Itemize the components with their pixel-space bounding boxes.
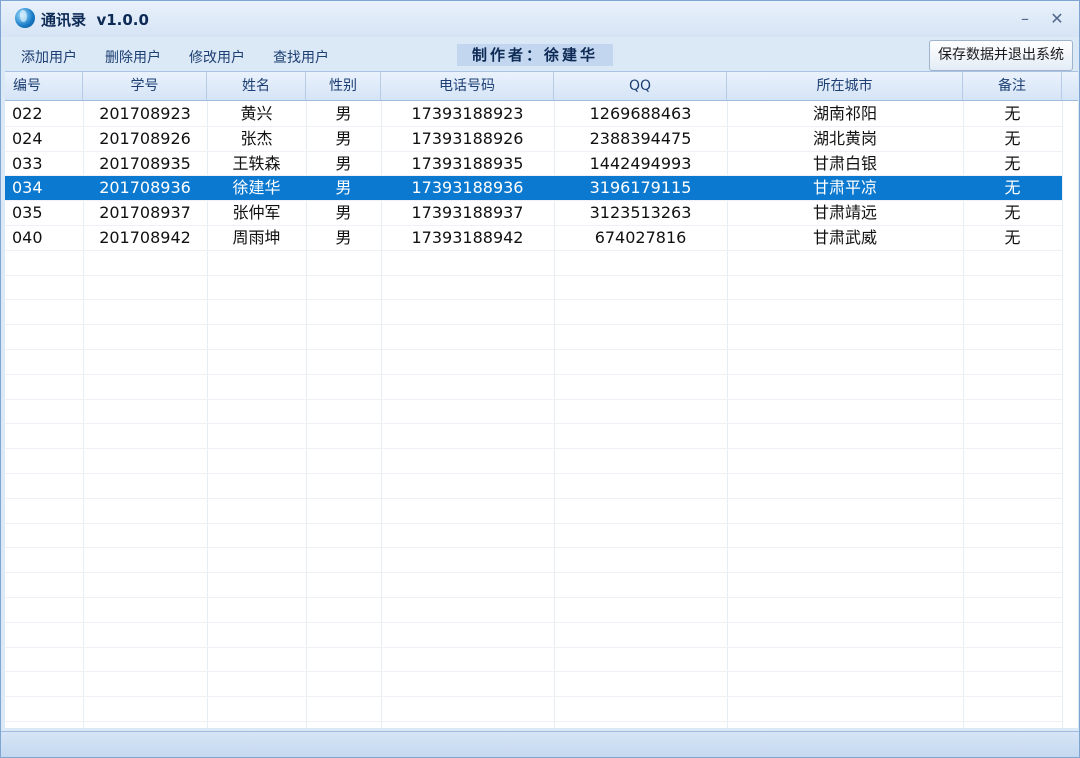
grid-row-line bbox=[5, 250, 1062, 251]
globe-icon bbox=[15, 8, 35, 28]
gender-cell: 男 bbox=[335, 228, 352, 247]
city-cell: 湖北黄岗 bbox=[812, 129, 877, 148]
grid-row-line bbox=[5, 423, 1062, 424]
table-row[interactable]: 034 201708936 徐建华 男 17393188936 3196179115 甘肃平… bbox=[5, 176, 1062, 200]
student-no-cell: 201708942 bbox=[99, 228, 191, 247]
grid-row-line bbox=[5, 597, 1062, 598]
column-header-notes[interactable]: 备注 bbox=[963, 72, 1062, 100]
grid-row-line bbox=[5, 671, 1062, 672]
grid-row-line bbox=[5, 374, 1062, 375]
city-cell: 甘肃平凉 bbox=[812, 178, 877, 197]
delete-user-menu-item[interactable]: 删除用户 bbox=[105, 47, 161, 67]
student-no-cell: 201708926 bbox=[99, 129, 191, 148]
notes-cell: 无 bbox=[1004, 178, 1021, 197]
column-header-phone[interactable]: 电话号码 bbox=[381, 72, 554, 100]
grid-row-line bbox=[5, 721, 1062, 722]
table-header: 编号 学号 姓名 性别 电话号码 QQ 所在城市 备注 bbox=[5, 72, 1078, 101]
city-cell: 甘肃武威 bbox=[812, 228, 877, 247]
find-user-menu-item[interactable]: 查找用户 bbox=[273, 47, 329, 67]
id-cell: 022 bbox=[12, 104, 43, 123]
notes-cell: 无 bbox=[1004, 203, 1021, 222]
table-row[interactable]: 033 201708935 王轶森 男 17393188935 1442494993 甘肃白… bbox=[5, 152, 1062, 176]
grid-row-line bbox=[5, 324, 1062, 325]
gender-cell: 男 bbox=[335, 104, 352, 123]
id-cell: 033 bbox=[12, 154, 43, 173]
table-row[interactable]: 024 201708926 张杰 男 17393188926 2388394475 湖北黄岗… bbox=[5, 127, 1062, 151]
id-cell: 040 bbox=[12, 228, 43, 247]
name-cell: 王轶森 bbox=[232, 154, 281, 173]
notes-cell: 无 bbox=[1004, 154, 1021, 173]
table-row[interactable]: 022 201708923 黄兴 男 17393188923 1269688463 湖南祁阳… bbox=[5, 102, 1062, 126]
title-bar[interactable]: 通讯录 v1.0.0 – ✕ bbox=[1, 1, 1079, 37]
grid-row-line bbox=[5, 547, 1062, 548]
phone-cell: 17393188937 bbox=[411, 203, 524, 222]
city-cell: 甘肃白银 bbox=[812, 154, 877, 173]
grid-row-line bbox=[5, 622, 1062, 623]
grid-row-line bbox=[5, 647, 1062, 648]
grid-row-line bbox=[5, 275, 1062, 276]
author-label: 制作者：徐建华 bbox=[457, 44, 613, 66]
qq-cell: 3196179115 bbox=[589, 178, 692, 197]
table-row[interactable]: 040 201708942 周雨坤 男 17393188942 674027816 甘肃武威… bbox=[5, 226, 1062, 250]
table-row[interactable]: 035 201708937 张仲军 男 17393188937 3123513263 甘肃靖… bbox=[5, 201, 1062, 225]
qq-cell: 1442494993 bbox=[589, 154, 692, 173]
grid-row-line bbox=[5, 448, 1062, 449]
id-cell: 034 bbox=[12, 178, 43, 197]
city-cell: 甘肃靖远 bbox=[812, 203, 877, 222]
grid-row-line bbox=[5, 349, 1062, 350]
phone-cell: 17393188936 bbox=[411, 178, 524, 197]
phone-cell: 17393188935 bbox=[411, 154, 524, 173]
id-cell: 035 bbox=[12, 203, 43, 222]
window-title: 通讯录 v1.0.0 bbox=[41, 11, 149, 29]
student-no-cell: 201708923 bbox=[99, 104, 191, 123]
name-cell: 张仲军 bbox=[232, 203, 281, 222]
name-cell: 张杰 bbox=[240, 129, 273, 148]
notes-cell: 无 bbox=[1004, 129, 1021, 148]
student-no-cell: 201708935 bbox=[99, 154, 191, 173]
grid-row-line bbox=[5, 498, 1062, 499]
column-header-gender[interactable]: 性别 bbox=[306, 72, 381, 100]
grid-row-line bbox=[5, 299, 1062, 300]
notes-cell: 无 bbox=[1004, 228, 1021, 247]
grid-row-line bbox=[5, 572, 1062, 573]
close-icon[interactable]: ✕ bbox=[1047, 9, 1067, 29]
grid-row-line bbox=[5, 523, 1062, 524]
save-and-exit-button[interactable]: 保存数据并退出系统 bbox=[929, 40, 1073, 71]
phone-cell: 17393188926 bbox=[411, 129, 524, 148]
student-no-cell: 201708937 bbox=[99, 203, 191, 222]
name-cell: 周雨坤 bbox=[232, 228, 281, 247]
id-cell: 024 bbox=[12, 129, 43, 148]
column-header-id[interactable]: 编号 bbox=[5, 72, 83, 100]
qq-cell: 674027816 bbox=[594, 228, 687, 247]
notes-cell: 无 bbox=[1004, 104, 1021, 123]
main-window: 通讯录 v1.0.0 – ✕ 添加用户 删除用户 修改用户 查找用户 制作者：徐… bbox=[0, 0, 1080, 758]
grid-row-line bbox=[5, 696, 1062, 697]
grid-row-line bbox=[5, 473, 1062, 474]
column-header-name[interactable]: 姓名 bbox=[207, 72, 306, 100]
student-no-cell: 201708936 bbox=[99, 178, 191, 197]
gender-cell: 男 bbox=[335, 203, 352, 222]
column-header-qq[interactable]: QQ bbox=[554, 72, 727, 100]
name-cell: 徐建华 bbox=[232, 178, 281, 197]
name-cell: 黄兴 bbox=[240, 104, 273, 123]
column-header-city[interactable]: 所在城市 bbox=[727, 72, 963, 100]
gender-cell: 男 bbox=[335, 129, 352, 148]
column-header-student-no[interactable]: 学号 bbox=[83, 72, 207, 100]
edit-user-menu-item[interactable]: 修改用户 bbox=[189, 47, 245, 67]
qq-cell: 1269688463 bbox=[589, 104, 692, 123]
qq-cell: 3123513263 bbox=[589, 203, 692, 222]
gender-cell: 男 bbox=[335, 154, 352, 173]
phone-cell: 17393188942 bbox=[411, 228, 524, 247]
gender-cell: 男 bbox=[335, 178, 352, 197]
add-user-menu-item[interactable]: 添加用户 bbox=[21, 47, 77, 67]
city-cell: 湖南祁阳 bbox=[812, 104, 877, 123]
status-bar bbox=[1, 731, 1079, 757]
phone-cell: 17393188923 bbox=[411, 104, 524, 123]
qq-cell: 2388394475 bbox=[589, 129, 692, 148]
minimize-icon[interactable]: – bbox=[1015, 9, 1035, 29]
grid-column-line bbox=[1062, 101, 1063, 728]
grid-row-line bbox=[5, 399, 1062, 400]
contacts-table[interactable]: 编号 学号 姓名 性别 电话号码 QQ 所在城市 备注 022 201708923… bbox=[5, 71, 1078, 728]
